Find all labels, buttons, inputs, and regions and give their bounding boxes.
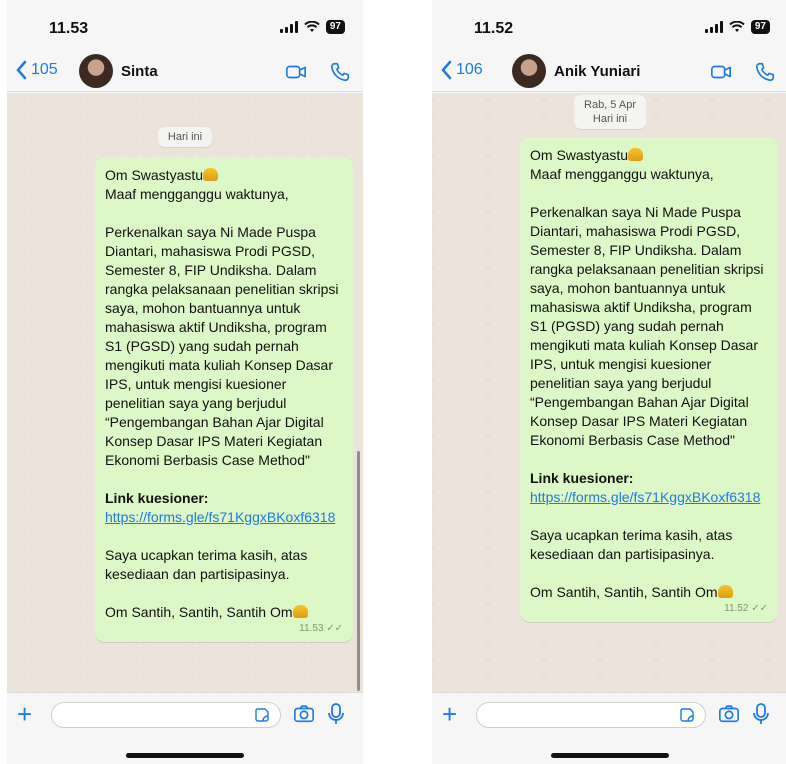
chat-header: 106 Anik Yuniari	[432, 52, 786, 92]
date-separator: Hari ini	[157, 127, 213, 147]
attach-plus-icon[interactable]: +	[442, 701, 457, 727]
avatar[interactable]	[512, 54, 546, 88]
chat-area[interactable]: Rab, 5 Apr Hari ini Om Swastyastu Maaf me…	[432, 93, 786, 692]
status-bar: 11.53 97	[7, 0, 363, 52]
message-body: Perkenalkan saya Ni Made Puspa Diantari,…	[530, 204, 764, 448]
date-label: Hari ini	[167, 131, 203, 143]
chat-area[interactable]: Hari ini Om Swastyastu Maaf mengganggu wa…	[7, 93, 363, 692]
status-bar: 11.52 97	[432, 0, 786, 52]
message-apology: Maaf mengganggu waktunya,	[105, 186, 289, 202]
message-thanks: Saya ucapkan terima kasih, atas kesediaa…	[530, 527, 733, 562]
battery-indicator: 97	[750, 20, 770, 34]
video-call-icon[interactable]	[710, 61, 732, 83]
phone-call-icon[interactable]	[329, 61, 351, 83]
phone-screen-left: 11.53 97 105 Sinta Hari ini Om Swastyast…	[7, 0, 363, 764]
unread-count: 105	[31, 61, 58, 78]
message-apology: Maaf mengganggu waktunya,	[530, 166, 714, 182]
date-label: Hari ini	[592, 113, 628, 125]
message-timestamp: 11.53 ✓✓	[299, 623, 343, 634]
avatar[interactable]	[79, 54, 113, 88]
message-input[interactable]	[51, 702, 281, 728]
folded-hands-icon	[292, 605, 308, 618]
call-actions	[285, 61, 351, 83]
sticker-icon[interactable]	[679, 707, 695, 723]
message-input[interactable]	[476, 702, 706, 728]
signal-icon	[279, 21, 298, 33]
phone-call-icon[interactable]	[754, 61, 776, 83]
status-time: 11.52	[474, 20, 514, 37]
back-button[interactable]: 106	[440, 60, 483, 80]
back-button[interactable]: 105	[15, 60, 58, 80]
link-title: Link kuesioner:	[530, 470, 634, 486]
date-separator: Rab, 5 Apr Hari ini	[574, 95, 646, 129]
chevron-left-icon	[441, 60, 452, 80]
signal-icon	[704, 21, 723, 33]
composer-bar: +	[7, 692, 363, 764]
unread-count: 106	[456, 61, 483, 78]
attach-plus-icon[interactable]: +	[17, 701, 32, 727]
folded-hands-icon	[203, 168, 219, 181]
message-bubble[interactable]: Om Swastyastu Maaf mengganggu waktunya, P…	[95, 157, 353, 642]
battery-indicator: 97	[325, 20, 345, 34]
home-indicator[interactable]	[551, 753, 669, 758]
wifi-icon	[729, 21, 745, 32]
chat-header: 105 Sinta	[7, 52, 363, 92]
message-thanks: Saya ucapkan terima kasih, atas kesediaa…	[105, 547, 308, 582]
camera-icon[interactable]	[718, 703, 740, 725]
message-closing: Om Santih, Santih, Santih Om	[530, 584, 718, 600]
link-title: Link kuesioner:	[105, 490, 209, 506]
contact-name[interactable]: Anik Yuniari	[554, 63, 640, 80]
composer-bar: +	[432, 692, 786, 764]
message-body: Perkenalkan saya Ni Made Puspa Diantari,…	[105, 224, 339, 468]
questionnaire-link[interactable]: https://forms.gle/fs71KggxBKoxf6318	[105, 509, 335, 525]
call-actions	[710, 61, 776, 83]
wifi-icon	[304, 21, 320, 32]
status-icons: 97	[279, 20, 345, 34]
message-bubble[interactable]: Om Swastyastu Maaf mengganggu waktunya, P…	[520, 137, 778, 622]
chevron-left-icon	[16, 60, 27, 80]
folded-hands-icon	[717, 585, 733, 598]
sticker-icon[interactable]	[254, 707, 270, 723]
scrollbar[interactable]	[357, 451, 360, 691]
questionnaire-link[interactable]: https://forms.gle/fs71KggxBKoxf6318	[530, 489, 760, 505]
message-timestamp: 11.52 ✓✓	[724, 603, 768, 614]
video-call-icon[interactable]	[285, 61, 307, 83]
status-time: 11.53	[49, 20, 89, 37]
message-greeting: Om Swastyastu	[530, 147, 629, 163]
message-closing: Om Santih, Santih, Santih Om	[105, 604, 293, 620]
home-indicator[interactable]	[126, 753, 244, 758]
status-icons: 97	[704, 20, 770, 34]
date-label: Rab, 5 Apr	[584, 99, 636, 111]
camera-icon[interactable]	[293, 703, 315, 725]
microphone-icon[interactable]	[327, 702, 345, 726]
message-greeting: Om Swastyastu	[105, 167, 204, 183]
message-time: 11.52	[724, 603, 749, 614]
message-time: 11.53	[299, 623, 324, 634]
microphone-icon[interactable]	[752, 702, 770, 726]
phone-screen-right: 11.52 97 106 Anik Yuniari Rab, 5 Apr Har…	[432, 0, 786, 764]
contact-name[interactable]: Sinta	[121, 63, 158, 80]
folded-hands-icon	[628, 148, 644, 161]
